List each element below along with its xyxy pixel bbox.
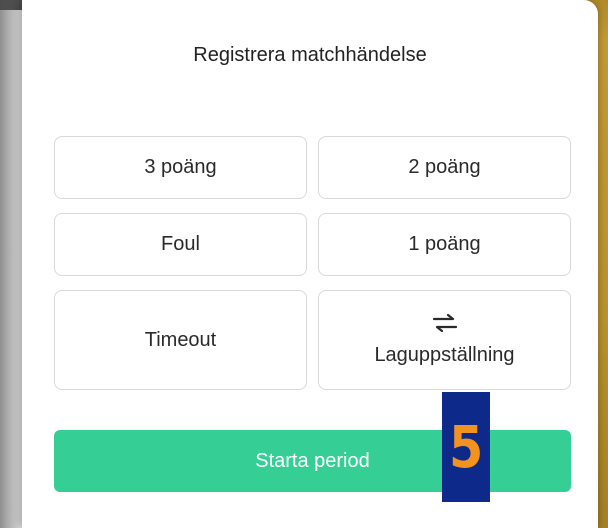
lineup-label: Laguppställning xyxy=(374,343,515,366)
foul-button[interactable]: Foul xyxy=(54,213,307,276)
three-points-button[interactable]: 3 poäng xyxy=(54,136,307,199)
lineup-button[interactable]: Laguppställning xyxy=(318,290,571,390)
badge-digit: 5 xyxy=(448,413,484,481)
two-points-label: 2 poäng xyxy=(408,156,481,178)
start-period-label: Starta period xyxy=(255,449,370,472)
three-points-label: 3 poäng xyxy=(144,156,217,178)
foul-label: Foul xyxy=(161,233,200,255)
start-period-button[interactable]: Starta period xyxy=(54,430,571,492)
one-point-button[interactable]: 1 poäng xyxy=(318,213,571,276)
timeout-label: Timeout xyxy=(144,328,217,351)
swap-arrows-icon xyxy=(432,313,457,332)
dialog-title: Registrera matchhändelse xyxy=(193,44,427,66)
two-points-button[interactable]: 2 poäng xyxy=(318,136,571,199)
match-event-dialog: Registrera matchhändelse 3 poäng 2 poäng… xyxy=(22,0,598,528)
one-point-label: 1 poäng xyxy=(408,233,481,255)
timeout-button[interactable]: Timeout xyxy=(54,290,307,390)
number-badge-overlay: 5 xyxy=(442,392,490,502)
